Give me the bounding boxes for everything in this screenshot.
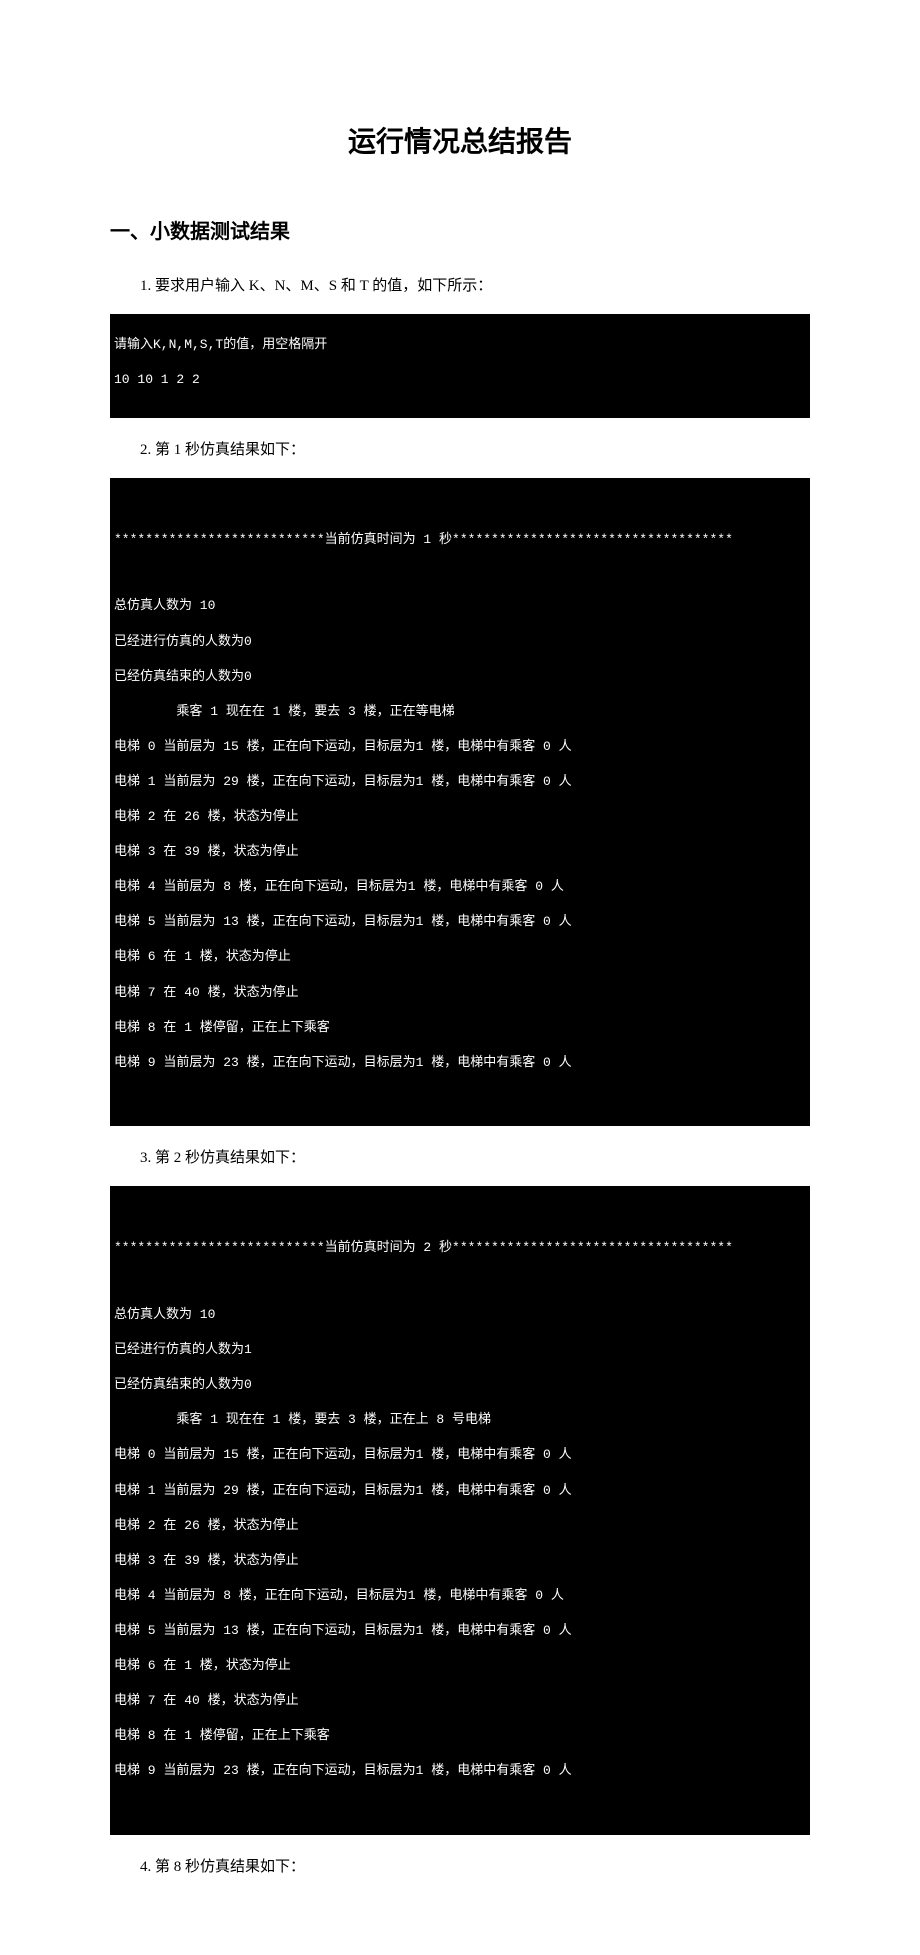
term-line: 总仿真人数为 10	[114, 1306, 806, 1324]
term-line: 10 10 1 2 2	[114, 371, 806, 389]
term-line: 电梯 4 当前层为 8 楼，正在向下运动，目标层为1 楼，电梯中有乘客 0 人	[114, 1587, 806, 1605]
term-blank	[114, 1089, 806, 1103]
term-line: 乘客 1 现在在 1 楼，要去 3 楼，正在等电梯	[114, 703, 806, 721]
term-line: 电梯 6 在 1 楼，状态为停止	[114, 948, 806, 966]
term-line: 电梯 8 在 1 楼停留，正在上下乘客	[114, 1019, 806, 1037]
term-line: 电梯 3 在 39 楼，状态为停止	[114, 1552, 806, 1570]
term-line: 电梯 6 在 1 楼，状态为停止	[114, 1657, 806, 1675]
term-line: 已经进行仿真的人数为1	[114, 1341, 806, 1359]
item-1-text: 1. 要求用户输入 K、N、M、S 和 T 的值，如下所示：	[140, 274, 810, 298]
terminal-block-2: ***************************当前仿真时间为 1 秒**…	[110, 478, 810, 1127]
term-line: 电梯 4 当前层为 8 楼，正在向下运动，目标层为1 楼，电梯中有乘客 0 人	[114, 878, 806, 896]
term-line: 电梯 2 在 26 楼，状态为停止	[114, 1517, 806, 1535]
term-line: 已经仿真结束的人数为0	[114, 1376, 806, 1394]
item-4-text: 4. 第 8 秒仿真结果如下：	[140, 1855, 810, 1879]
item-2-text: 2. 第 1 秒仿真结果如下：	[140, 438, 810, 462]
term-line: 电梯 8 在 1 楼停留，正在上下乘客	[114, 1727, 806, 1745]
term-line: 电梯 0 当前层为 15 楼，正在向下运动，目标层为1 楼，电梯中有乘客 0 人	[114, 738, 806, 756]
term-blank	[114, 1208, 806, 1222]
term-line: 电梯 5 当前层为 13 楼，正在向下运动，目标层为1 楼，电梯中有乘客 0 人	[114, 1622, 806, 1640]
term-line: ***************************当前仿真时间为 1 秒**…	[114, 531, 806, 549]
term-line: 电梯 0 当前层为 15 楼，正在向下运动，目标层为1 楼，电梯中有乘客 0 人	[114, 1446, 806, 1464]
page-title: 运行情况总结报告	[110, 120, 810, 160]
terminal-block-3: ***************************当前仿真时间为 2 秒**…	[110, 1186, 810, 1835]
term-blank	[114, 1797, 806, 1811]
term-line: 电梯 3 在 39 楼，状态为停止	[114, 843, 806, 861]
term-blank	[114, 1275, 806, 1289]
section-heading-1: 一、小数据测试结果	[110, 215, 810, 244]
term-line: 电梯 5 当前层为 13 楼，正在向下运动，目标层为1 楼，电梯中有乘客 0 人	[114, 913, 806, 931]
term-line: 电梯 9 当前层为 23 楼，正在向下运动，目标层为1 楼，电梯中有乘客 0 人	[114, 1762, 806, 1780]
term-line: 电梯 1 当前层为 29 楼，正在向下运动，目标层为1 楼，电梯中有乘客 0 人	[114, 1482, 806, 1500]
term-blank	[114, 499, 806, 513]
terminal-block-1: 请输入K,N,M,S,T的值，用空格隔开 10 10 1 2 2	[110, 314, 810, 418]
term-line: 电梯 7 在 40 楼，状态为停止	[114, 984, 806, 1002]
term-line: 电梯 2 在 26 楼，状态为停止	[114, 808, 806, 826]
term-line: 请输入K,N,M,S,T的值，用空格隔开	[114, 336, 806, 354]
term-line: 电梯 7 在 40 楼，状态为停止	[114, 1692, 806, 1710]
term-line: 乘客 1 现在在 1 楼，要去 3 楼，正在上 8 号电梯	[114, 1411, 806, 1429]
term-line: 电梯 9 当前层为 23 楼，正在向下运动，目标层为1 楼，电梯中有乘客 0 人	[114, 1054, 806, 1072]
term-line: 电梯 1 当前层为 29 楼，正在向下运动，目标层为1 楼，电梯中有乘客 0 人	[114, 773, 806, 791]
term-line: 已经进行仿真的人数为0	[114, 633, 806, 651]
term-blank	[114, 566, 806, 580]
term-line: 总仿真人数为 10	[114, 597, 806, 615]
term-line: ***************************当前仿真时间为 2 秒**…	[114, 1239, 806, 1257]
term-line: 已经仿真结束的人数为0	[114, 668, 806, 686]
item-3-text: 3. 第 2 秒仿真结果如下：	[140, 1146, 810, 1170]
